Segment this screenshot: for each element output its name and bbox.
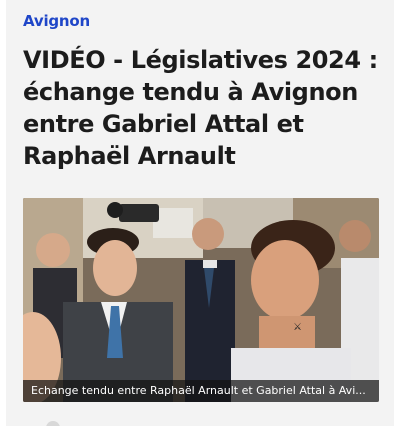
category-link[interactable]: Avignon <box>23 12 90 30</box>
image-caption: Echange tendu entre Raphaël Arnault et G… <box>23 380 379 402</box>
svg-text:⚔: ⚔ <box>293 322 302 333</box>
article-image[interactable]: ⚔ Echange tendu entre Raphaël Arnault et… <box>23 198 379 402</box>
article-card[interactable]: Avignon VIDÉO - Législatives 2024 : écha… <box>6 0 394 426</box>
article-headline[interactable]: VIDÉO - Législatives 2024 : échange tend… <box>23 44 383 172</box>
avatar <box>46 421 60 426</box>
photo-illustration: ⚔ <box>23 198 379 402</box>
